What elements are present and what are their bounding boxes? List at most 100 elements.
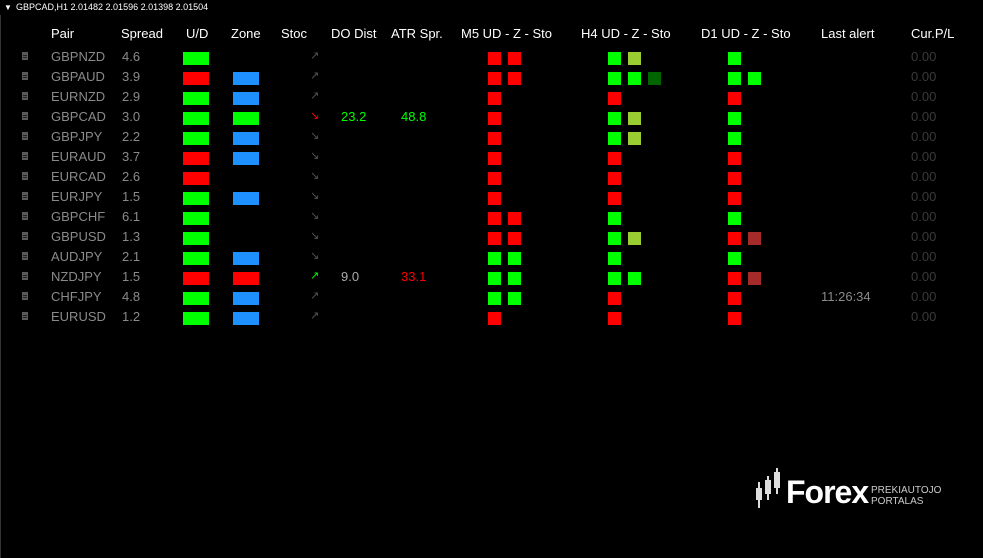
header-do-dist: DO Dist — [331, 26, 377, 41]
document-icon[interactable] — [22, 132, 28, 140]
table-row: EURCAD 2.6 ↘ 0.00 — [0, 168, 983, 188]
d1-status-box — [728, 232, 741, 245]
spread-value: 4.8 — [122, 289, 141, 304]
pair-symbol[interactable]: GBPNZD — [51, 49, 105, 64]
arrow-down-right-icon: ↘ — [310, 110, 320, 122]
header-zone: Zone — [231, 26, 261, 41]
symbol-quote-line: GBPCAD,H1 2.01482 2.01596 2.01398 2.0150… — [16, 2, 209, 12]
pair-symbol[interactable]: GBPCAD — [51, 109, 106, 124]
header-d1: D1 UD - Z - Sto — [701, 26, 791, 41]
m5-status-box — [488, 232, 501, 245]
m5-status-box — [488, 72, 501, 85]
spread-value: 1.3 — [122, 229, 141, 244]
document-icon[interactable] — [22, 252, 28, 260]
document-icon[interactable] — [22, 172, 28, 180]
table-row: EURAUD 3.7 ↘ 0.00 — [0, 148, 983, 168]
document-icon[interactable] — [22, 152, 28, 160]
zone-indicator — [233, 312, 259, 325]
m5-status-box — [508, 252, 521, 265]
h4-status-box — [608, 232, 621, 245]
cur-pl-value: 0.00 — [911, 109, 937, 124]
table-row: GBPJPY 2.2 ↘ 0.00 — [0, 128, 983, 148]
arrow-down-right-icon: ↘ — [310, 250, 320, 262]
ud-indicator — [183, 72, 209, 85]
m5-status-box — [508, 212, 521, 225]
m5-status-box — [508, 232, 521, 245]
pair-symbol[interactable]: EURJPY — [51, 189, 102, 204]
document-icon[interactable] — [22, 192, 28, 200]
pair-symbol[interactable]: EURAUD — [51, 149, 106, 164]
header-ud: U/D — [186, 26, 209, 41]
d1-status-box — [728, 212, 741, 225]
pair-symbol[interactable]: EURUSD — [51, 309, 106, 324]
pair-symbol[interactable]: GBPJPY — [51, 129, 102, 144]
ud-indicator — [183, 272, 209, 285]
m5-status-box — [508, 272, 521, 285]
forex-logo: Forex PREKIAUTOJO PORTALAS — [752, 468, 952, 518]
d1-status-box — [728, 92, 741, 105]
pair-symbol[interactable]: GBPCHF — [51, 209, 105, 224]
spread-value: 4.6 — [122, 49, 141, 64]
logo-brand-text: Forex — [786, 474, 869, 510]
pair-symbol[interactable]: CHFJPY — [51, 289, 102, 304]
d1-status-box — [728, 152, 741, 165]
header-cur-pl: Cur.P/L — [911, 26, 955, 41]
table-row: CHFJPY 4.8 ↗ 11:26:34 0.00 — [0, 288, 983, 308]
document-icon[interactable] — [22, 292, 28, 300]
header-stoc: Stoc — [281, 26, 308, 41]
d1-status-box — [728, 132, 741, 145]
atr-spr-value: 48.8 — [401, 109, 427, 124]
cur-pl-value: 0.00 — [911, 249, 937, 264]
m5-status-box — [488, 92, 501, 105]
arrow-up-right-icon: ↗ — [310, 90, 320, 102]
m5-status-box — [508, 52, 521, 65]
cur-pl-value: 0.00 — [911, 49, 937, 64]
document-icon[interactable] — [22, 72, 28, 80]
d1-status-box — [728, 292, 741, 305]
cur-pl-value: 0.00 — [911, 289, 937, 304]
m5-status-box — [488, 132, 501, 145]
table-row: GBPUSD 1.3 ↘ 0.00 — [0, 228, 983, 248]
pair-symbol[interactable]: NZDJPY — [51, 269, 102, 284]
table-row: GBPCAD 3.0 ↘ 23.2 48.8 0.00 — [0, 108, 983, 128]
table-row: NZDJPY 1.5 ↗ 9.0 33.1 0.00 — [0, 268, 983, 288]
pair-symbol[interactable]: AUDJPY — [51, 249, 102, 264]
spread-value: 2.1 — [122, 249, 141, 264]
m5-status-box — [488, 112, 501, 125]
header-pair: Pair — [51, 26, 75, 41]
document-icon[interactable] — [22, 272, 28, 280]
last-alert-time: 11:26:34 — [821, 289, 871, 304]
cur-pl-value: 0.00 — [911, 149, 937, 164]
table-row: EURUSD 1.2 ↗ 0.00 — [0, 308, 983, 328]
ud-indicator — [183, 232, 209, 245]
dropdown-triangle-icon[interactable]: ▼ — [4, 0, 12, 15]
header-last-alert: Last alert — [821, 26, 875, 41]
document-icon[interactable] — [22, 92, 28, 100]
pair-symbol[interactable]: GBPUSD — [51, 229, 106, 244]
header-h4: H4 UD - Z - Sto — [581, 26, 671, 41]
arrow-down-right-icon: ↘ — [310, 170, 320, 182]
pair-symbol[interactable]: EURCAD — [51, 169, 106, 184]
cur-pl-value: 0.00 — [911, 69, 937, 84]
zone-indicator — [233, 132, 259, 145]
document-icon[interactable] — [22, 212, 28, 220]
arrow-down-right-icon: ↘ — [310, 210, 320, 222]
spread-value: 3.9 — [122, 69, 141, 84]
pair-symbol[interactable]: EURNZD — [51, 89, 105, 104]
ud-indicator — [183, 112, 209, 125]
h4-status-box — [608, 192, 621, 205]
document-icon[interactable] — [22, 52, 28, 60]
chart-title-bar: ▼ GBPCAD,H1 2.01482 2.01596 2.01398 2.01… — [0, 0, 983, 15]
document-icon[interactable] — [22, 232, 28, 240]
m5-status-box — [488, 292, 501, 305]
document-icon[interactable] — [22, 112, 28, 120]
m5-status-box — [488, 172, 501, 185]
m5-status-box — [508, 72, 521, 85]
pair-symbol[interactable]: GBPAUD — [51, 69, 105, 84]
document-icon[interactable] — [22, 312, 28, 320]
ud-indicator — [183, 312, 209, 325]
cur-pl-value: 0.00 — [911, 129, 937, 144]
h4-status-box — [608, 252, 621, 265]
table-row: AUDJPY 2.1 ↘ 0.00 — [0, 248, 983, 268]
h4-status-box — [608, 72, 621, 85]
